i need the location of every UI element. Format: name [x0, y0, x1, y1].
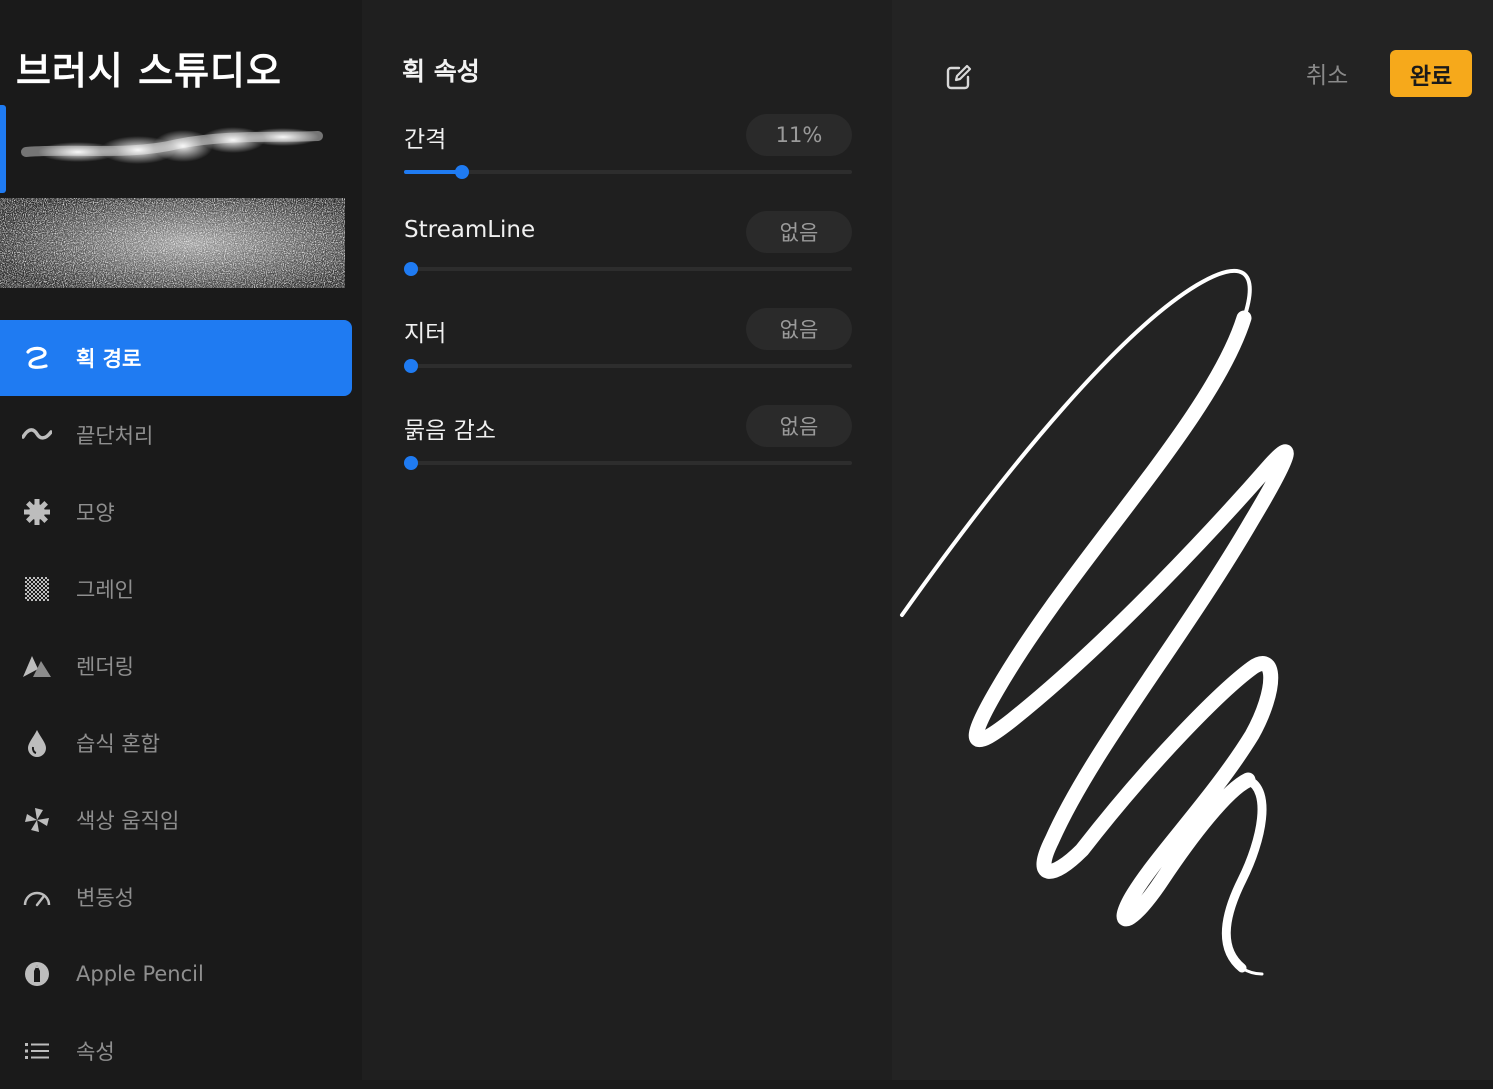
sidebar-item-label: 그레인 — [76, 577, 134, 602]
stroke-path-icon — [22, 343, 52, 373]
sidebar-item-label: 끝단처리 — [76, 423, 154, 448]
sidebar-item-taper[interactable]: 끝단처리 — [0, 396, 362, 473]
falloff-slider[interactable] — [404, 456, 852, 470]
taper-wave-icon — [22, 420, 52, 450]
list-icon — [22, 1036, 52, 1066]
sidebar-item-label: 색상 움직임 — [76, 808, 180, 833]
streamline-slider-thumb[interactable] — [404, 262, 418, 276]
sidebar-item-label: 모양 — [76, 500, 115, 525]
pinwheel-icon — [22, 805, 52, 835]
spacing-setting: 간격 11% — [404, 114, 852, 200]
sidebar-item-label: 습식 혼합 — [76, 731, 160, 756]
jitter-setting: 지터 없음 — [404, 308, 852, 394]
sidebar-item-color-dynamics[interactable]: 색상 움직임 — [0, 781, 362, 858]
sidebar-item-properties[interactable]: 속성 — [0, 1012, 362, 1089]
water-drop-icon — [22, 728, 52, 758]
streamline-value[interactable]: 없음 — [746, 211, 852, 253]
apple-pencil-icon — [22, 959, 52, 989]
sidebar-item-label: 렌더링 — [76, 654, 134, 679]
spacing-value[interactable]: 11% — [746, 114, 852, 156]
jitter-slider-thumb[interactable] — [404, 359, 418, 373]
preview-selection-indicator — [0, 105, 6, 193]
jitter-value[interactable]: 없음 — [746, 308, 852, 350]
sidebar-item-label: 속성 — [76, 1039, 115, 1064]
streamline-slider[interactable] — [404, 262, 852, 276]
brush-test-stroke — [900, 268, 1294, 976]
falloff-slider-thumb[interactable] — [404, 456, 418, 470]
studio-title: 브러시 스튜디오 — [16, 49, 282, 93]
sidebar-item-stroke-path[interactable]: 획 경로 — [0, 320, 352, 396]
speedometer-icon — [22, 882, 52, 912]
streamline-label: StreamLine — [404, 217, 536, 243]
jitter-slider[interactable] — [404, 359, 852, 373]
sidebar: 브러시 스튜디오 획 경로 끝단처리 모양 그레인 렌더링 습식 혼합 색상 움… — [0, 0, 362, 1080]
sidebar-item-wet-mix[interactable]: 습식 혼합 — [0, 704, 362, 781]
spacing-slider[interactable] — [404, 165, 852, 179]
sidebar-item-grain[interactable]: 그레인 — [0, 550, 362, 627]
shape-gear-icon — [22, 497, 52, 527]
falloff-value[interactable]: 없음 — [746, 405, 852, 447]
jitter-label: 지터 — [404, 321, 447, 347]
section-title: 획 속성 — [402, 57, 480, 86]
sidebar-item-label: 변동성 — [76, 885, 134, 910]
streamline-setting: StreamLine 없음 — [404, 211, 852, 297]
rendering-peaks-icon — [22, 651, 52, 681]
sidebar-item-label: Apple Pencil — [76, 961, 204, 986]
spacing-slider-fill — [404, 170, 463, 174]
settings-panel: 획 속성 간격 11% StreamLine 없음 지터 없음 묽음 감소 없음 — [362, 0, 892, 1080]
grain-texture-preview[interactable] — [0, 198, 345, 288]
drawing-pad[interactable]: 취소 완료 — [892, 0, 1493, 1080]
sidebar-item-label: 획 경로 — [76, 347, 142, 371]
sidebar-item-apple-pencil[interactable]: Apple Pencil — [0, 935, 362, 1012]
sidebar-item-dynamics[interactable]: 변동성 — [0, 858, 362, 935]
grain-checker-icon — [22, 574, 52, 604]
brush-stroke-preview[interactable] — [18, 112, 328, 182]
sidebar-item-shape[interactable]: 모양 — [0, 473, 362, 550]
sidebar-nav: 획 경로 끝단처리 모양 그레인 렌더링 습식 혼합 색상 움직임 변동성 Ap… — [0, 320, 362, 1089]
spacing-label: 간격 — [404, 127, 447, 153]
falloff-setting: 묽음 감소 없음 — [404, 405, 852, 491]
spacing-slider-thumb[interactable] — [455, 165, 470, 179]
falloff-label: 묽음 감소 — [404, 418, 496, 444]
sidebar-item-rendering[interactable]: 렌더링 — [0, 627, 362, 704]
